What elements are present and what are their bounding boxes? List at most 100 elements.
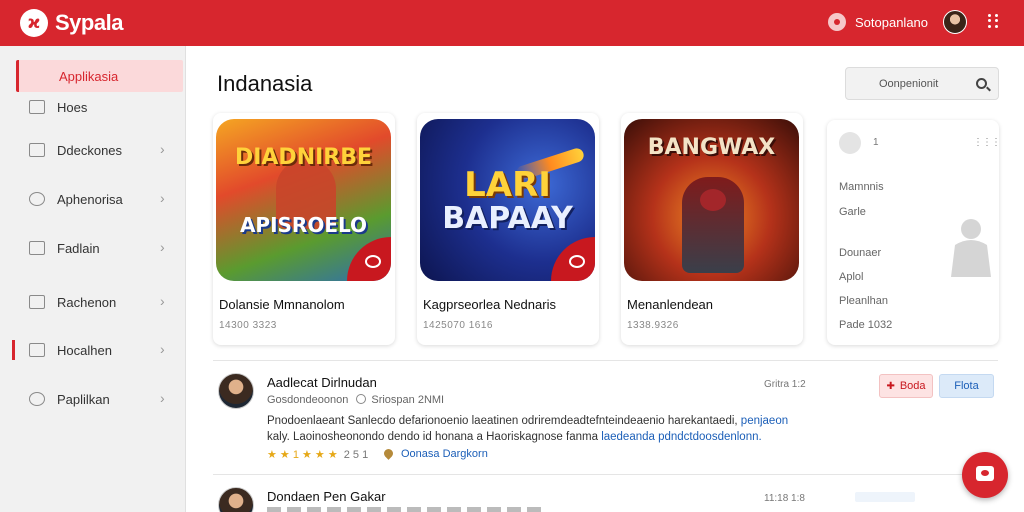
chevron-right-icon: ›: [160, 239, 165, 255]
apps-grid-icon[interactable]: [988, 14, 1000, 28]
top-bar: ϰ Sypala Sotopanlano: [0, 0, 1024, 46]
people-icon: [29, 343, 45, 357]
app-card[interactable]: DIADNIRBE APISROELO Dolansie Mmnanolom 1…: [213, 113, 395, 345]
sidebar-item-label: Paplilkan: [57, 392, 110, 407]
chevron-right-icon: ›: [160, 390, 165, 406]
post-handle: Gosdondeoonon: [267, 394, 349, 406]
sidebar-item-label: Fadlain: [57, 241, 100, 256]
card-number: 1: [873, 137, 879, 148]
sidebar-item-aphenorisa[interactable]: Aphenorisa ›: [0, 184, 186, 214]
user-icon[interactable]: [828, 13, 846, 31]
game-thumbnail[interactable]: BANGWAX: [624, 119, 799, 281]
info-line: Pleanlhan: [839, 295, 888, 307]
post-avatar[interactable]: [218, 487, 254, 512]
post-time: 11:18 1:8: [764, 493, 805, 504]
save-button[interactable]: ✚ Boda: [879, 374, 933, 398]
sidebar: Applikasia Hoes Ddeckones › Aphenorisa ›…: [0, 46, 186, 512]
sidebar-item-label: Applikasia: [59, 69, 119, 84]
card-meta: 1338.9326: [627, 320, 679, 331]
info-line: Pade 1032: [839, 319, 893, 331]
chevron-right-icon: ›: [160, 141, 165, 157]
art-title-top: LARI: [464, 165, 551, 205]
character-ghost-icon: [951, 219, 991, 277]
user-name[interactable]: Sotopanlano: [855, 15, 928, 30]
location-link-label: Oonasa Dargkorn: [401, 448, 488, 460]
sidebar-item-label: Aphenorisa: [57, 192, 123, 207]
sidebar-item-ddeckones[interactable]: Ddeckones ›: [0, 135, 186, 165]
app-card[interactable]: LARI BAPAAY Kagprseorlea Nednaris 142507…: [417, 113, 599, 345]
button-label: Flota: [954, 380, 979, 392]
info-card[interactable]: 1 ⋮⋮⋮ Mamnnis Garle Dounaer Aplol Pleanl…: [827, 120, 1001, 345]
post-text: kaly. Laoinosheonondo dendo id honana a …: [267, 431, 598, 443]
card-meta: 14300 3323: [219, 320, 277, 331]
active-marker: [12, 340, 15, 360]
divider: [213, 360, 998, 361]
avatar[interactable]: [943, 10, 967, 34]
sidebar-item-label: Hocalhen: [57, 343, 112, 358]
post-time: Gritra 1:2: [764, 379, 806, 390]
brand-badge-icon: [551, 237, 595, 281]
search-icon[interactable]: [976, 78, 987, 89]
chat-fab-button[interactable]: [962, 452, 1008, 498]
game-thumbnail[interactable]: LARI BAPAAY: [420, 119, 595, 281]
mail-icon: [29, 100, 45, 114]
sidebar-item-hocalhen[interactable]: Hocalhen ›: [0, 335, 186, 365]
post-text: [267, 507, 547, 512]
settings-icon: [356, 394, 367, 404]
button-label: Boda: [899, 380, 926, 392]
chevron-right-icon: ›: [160, 341, 165, 357]
info-line: Mamnnis: [839, 181, 884, 193]
post-author[interactable]: Aadlecat Dirlnudan: [267, 375, 377, 390]
warrior-head: [700, 189, 726, 211]
sidebar-item-label: Ddeckones: [57, 143, 123, 158]
post-link-text[interactable]: penjaeon: [741, 415, 788, 427]
card-title: Kagprseorlea Nednaris: [423, 297, 556, 312]
sidebar-item-active[interactable]: Applikasia: [16, 60, 183, 92]
briefcase-icon: [29, 295, 45, 309]
info-line: Garle: [839, 206, 866, 218]
document-icon: [29, 241, 45, 255]
chevron-right-icon: ›: [160, 293, 165, 309]
follow-button[interactable]: Flota: [939, 374, 994, 398]
sidebar-item-hoes[interactable]: Hoes: [0, 92, 186, 122]
post-author[interactable]: Dondaen Pen Gakar: [267, 489, 386, 504]
art-title-bottom: BAPAAY: [442, 201, 573, 236]
page-title: Indanasia: [217, 71, 313, 96]
game-thumbnail[interactable]: DIADNIRBE APISROELO: [216, 119, 391, 281]
search-input[interactable]: Oonpenionit: [845, 67, 999, 100]
folder-icon: [29, 143, 45, 157]
bookmark-icon: ✚: [886, 380, 895, 392]
rating: ★ ★ 1 ★ ★ ★ 2 5 1: [267, 448, 368, 461]
app-card[interactable]: BANGWAX Menanlendean 1338.9326: [621, 113, 803, 345]
card-title: Dolansie Mmnanolom: [219, 297, 345, 312]
post-subtitle: Gosdondeoonon Sriospan 2NMI: [267, 394, 444, 406]
post-link-text[interactable]: laedeanda pdndctdoosdenlonn.: [601, 431, 762, 443]
compass-icon: [29, 192, 45, 206]
art-title-top: DIADNIRBE: [234, 145, 373, 170]
card-meta: 1425070 1616: [423, 320, 493, 331]
more-options-icon[interactable]: ⋮⋮⋮: [973, 137, 1001, 148]
search-placeholder: Oonpenionit: [879, 78, 939, 90]
card-title: Menanlendean: [627, 297, 714, 312]
chevron-right-icon: ›: [160, 190, 165, 206]
info-line: Aplol: [839, 271, 864, 283]
post-avatar[interactable]: [218, 373, 254, 409]
logo-icon: ϰ: [20, 9, 48, 37]
sidebar-item-fadlain[interactable]: Fadlain ›: [0, 233, 186, 263]
location-link[interactable]: Oonasa Dargkorn: [382, 447, 488, 460]
sidebar-item-paplilkan[interactable]: Paplilkan ›: [0, 384, 186, 414]
star-icons: ★ ★ 1 ★ ★ ★: [267, 449, 338, 461]
sidebar-item-rachenon[interactable]: Rachenon ›: [0, 287, 186, 317]
follow-button[interactable]: [855, 492, 915, 502]
art-title-bottom: APISROELO: [239, 213, 368, 237]
art-title-top: BANGWAX: [647, 135, 776, 160]
app-name: Sypala: [55, 10, 123, 35]
sidebar-item-label: Hoes: [57, 100, 88, 115]
sidebar-item-label: Rachenon: [57, 295, 117, 310]
post-location: Sriospan 2NMI: [371, 394, 445, 406]
pin-icon: [382, 447, 395, 460]
info-line: Dounaer: [839, 247, 882, 259]
avatar: [839, 132, 861, 154]
brand-badge-icon: [347, 237, 391, 281]
post-body: Pnodoenlaeant Sanlecdo defarionoenio lae…: [267, 413, 812, 445]
